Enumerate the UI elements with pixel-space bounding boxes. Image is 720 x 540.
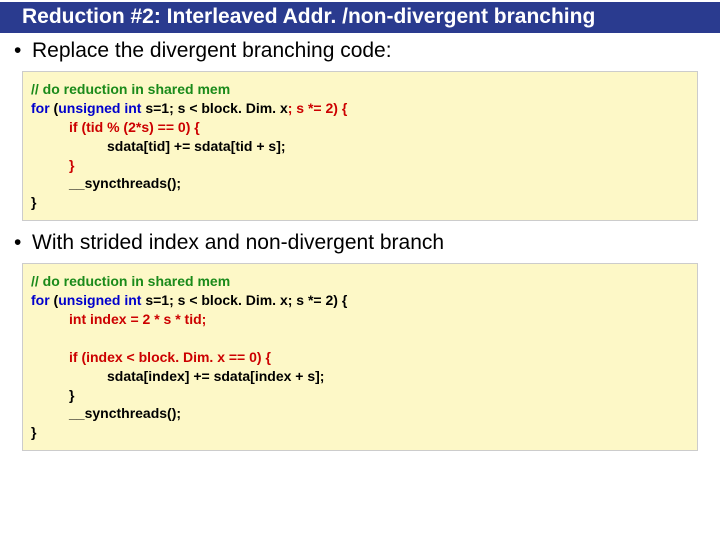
slide: Reduction #2: Interleaved Addr. /non-div… — [0, 2, 720, 540]
bullet-dot: • — [14, 39, 32, 63]
bullet-1: •Replace the divergent branching code: — [14, 39, 720, 63]
code2-sync: __syncthreads(); — [31, 404, 689, 423]
code2-gap — [31, 329, 689, 348]
code1-line1: for (unsigned int s=1; s < block. Dim. x… — [31, 99, 689, 118]
code1-for: for — [31, 100, 50, 116]
code1-paren: ( — [50, 100, 59, 116]
code2-cond: s=1; s < block. Dim. x — [141, 292, 287, 308]
code2-close-for: } — [31, 423, 689, 442]
code2-if: if (index < block. Dim. x == 0) { — [31, 348, 689, 367]
code2-index: int index = 2 * s * tid; — [31, 310, 689, 329]
code2-comment: // do reduction in shared mem — [31, 272, 689, 291]
code1-close-if: } — [31, 156, 689, 175]
bullet-1-text: Replace the divergent branching code: — [32, 39, 392, 62]
code1-close-for: } — [31, 193, 689, 212]
code1-step: ; s *= 2) { — [288, 100, 348, 116]
code-block-2: // do reduction in shared mem for (unsig… — [22, 263, 698, 451]
code2-line1: for (unsigned int s=1; s < block. Dim. x… — [31, 291, 689, 310]
bullet-2: •With strided index and non-divergent br… — [14, 231, 720, 255]
code1-if: if (tid % (2*s) == 0) { — [31, 118, 689, 137]
code-block-1: // do reduction in shared mem for (unsig… — [22, 71, 698, 221]
slide-title: Reduction #2: Interleaved Addr. /non-div… — [0, 2, 720, 33]
code2-body: sdata[index] += sdata[index + s]; — [31, 367, 689, 386]
code2-uint: unsigned int — [58, 292, 141, 308]
code1-uint: unsigned int — [58, 100, 141, 116]
code2-step: ; s *= 2) { — [288, 292, 348, 308]
code1-sync: __syncthreads(); — [31, 174, 689, 193]
code1-cond: s=1; s < block. Dim. x — [141, 100, 287, 116]
code2-close-if: } — [31, 386, 689, 405]
bullet-dot: • — [14, 231, 32, 255]
code2-for: for — [31, 292, 50, 308]
code1-body: sdata[tid] += sdata[tid + s]; — [31, 137, 689, 156]
code2-paren: ( — [50, 292, 59, 308]
code1-comment: // do reduction in shared mem — [31, 80, 689, 99]
bullet-2-text: With strided index and non-divergent bra… — [32, 231, 444, 254]
